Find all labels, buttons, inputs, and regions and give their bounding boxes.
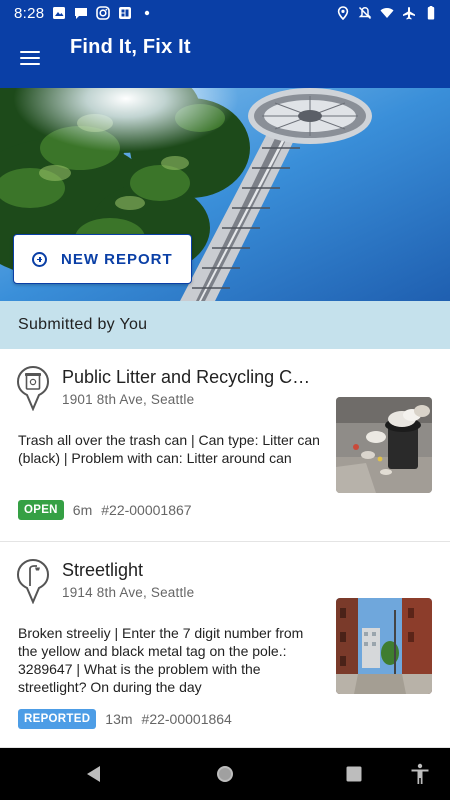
report-card[interactable]: Public Litter and Recycling C… 1901 8th … [0, 349, 450, 542]
report-photo-thumbnail[interactable] [336, 598, 432, 694]
recents-icon[interactable] [342, 762, 366, 786]
battery-icon [427, 6, 435, 20]
new-report-label: NEW REPORT [61, 250, 173, 268]
instagram-icon [96, 6, 111, 20]
report-id: #22-00001867 [101, 502, 192, 518]
app-title: Find It, Fix It [70, 36, 191, 58]
report-meta: REPORTED 13m #22-00001864 [18, 709, 232, 729]
section-header: Submitted by You [0, 301, 450, 349]
hero-banner: NEW REPORT [0, 88, 450, 301]
chat-icon [75, 8, 88, 19]
report-age: 13m [105, 711, 133, 727]
back-icon[interactable] [82, 762, 106, 786]
litter-can-pin-icon [16, 365, 50, 411]
report-id: #22-00001864 [141, 711, 232, 727]
report-meta: OPEN 6m #22-00001867 [18, 500, 192, 520]
trash-can-photo [336, 397, 432, 493]
system-nav-bar [0, 748, 450, 800]
report-address: 1901 8th Ave, Seattle [62, 392, 195, 407]
report-description: Trash all over the trash can | Can type:… [18, 432, 320, 466]
status-badge: REPORTED [18, 709, 97, 729]
streetlight-photo [336, 598, 432, 694]
app-bar: Find It, Fix It [0, 26, 450, 88]
status-time: 8:28 [14, 4, 45, 22]
wifi-icon [380, 8, 394, 18]
report-photo-thumbnail[interactable] [336, 397, 432, 493]
report-age: 6m [72, 502, 93, 518]
status-left: 8:28 [14, 5, 154, 22]
new-report-button[interactable]: NEW REPORT [13, 234, 192, 284]
report-address: 1914 8th Ave, Seattle [62, 585, 195, 600]
accessibility-icon[interactable] [408, 762, 432, 786]
report-description: Broken streeliy | Enter the 7 digit numb… [18, 625, 304, 695]
add-circle-icon [32, 251, 47, 267]
location-icon [337, 6, 349, 20]
report-title: Public Litter and Recycling C… [62, 367, 311, 387]
home-icon[interactable] [213, 762, 237, 786]
report-card[interactable]: Streetlight 1914 8th Ave, Seattle Broken… [0, 542, 450, 748]
report-title: Streetlight [62, 560, 144, 580]
image-icon [53, 7, 66, 19]
section-title: Submitted by You [18, 316, 148, 333]
status-bar: 8:28 [0, 0, 450, 26]
dot-icon [145, 10, 150, 16]
hamburger-menu-icon[interactable] [12, 40, 48, 76]
status-right [336, 6, 438, 20]
status-badge: OPEN [18, 500, 64, 520]
streetlight-pin-icon [16, 558, 50, 604]
mute-icon [358, 6, 372, 20]
airplane-icon [403, 7, 415, 20]
app-icon [119, 7, 132, 19]
